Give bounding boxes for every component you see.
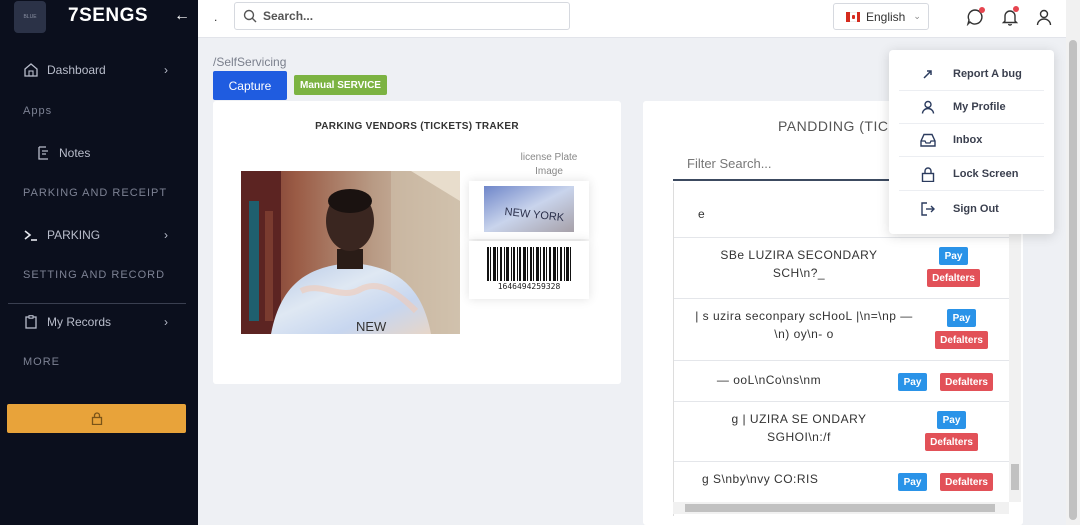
user-menu-button[interactable] [1034,7,1054,27]
search-icon [243,9,257,23]
list-horizontal-scrollbar[interactable] [673,502,1009,514]
manual-service-button[interactable]: Manual SERVICE [294,75,387,95]
defaulters-button[interactable]: Defalters [927,269,980,287]
lock-icon [919,165,937,183]
chevron-right-icon: › [164,228,168,242]
ticket-text: e [698,207,706,221]
chevron-down-icon: ⌄ [913,11,921,21]
pay-button[interactable]: Pay [898,473,927,491]
ticket-text: g | UZIRA SE ONDARY SGHOI\n:/f [731,412,867,444]
chevron-right-icon: › [164,315,168,329]
section-setting-record: SETTING AND RECORD [23,269,166,281]
sidebar-item-notes[interactable]: Notes [0,143,198,163]
sign-out-icon [919,200,937,218]
pay-button[interactable]: Pay [939,247,968,265]
ticket-text: SBe LUZIRA SECONDARY SCH\n?_ [720,248,878,280]
shirt-text: NEW [356,319,387,334]
list-item[interactable]: — ooL\nCo\ns\nm Pay Defalters [674,361,1009,402]
scrollbar-thumb[interactable] [685,504,995,512]
sidebar-item-parking[interactable]: PARKING › [0,225,198,245]
pay-button[interactable]: Pay [898,373,927,391]
user-icon [919,98,937,116]
menu-item-label: Sign Out [953,202,999,215]
menu-item-label: Lock Screen [953,168,1019,180]
defaulters-button[interactable]: Defalters [940,373,993,391]
sidebar-item-label: PARKING [47,228,101,242]
breadcrumb: /SelfServicing [213,55,287,69]
list-item[interactable]: SBe LUZIRA SECONDARY SCH\n?_ Pay Defalte… [674,238,1009,299]
notification-dot [1013,6,1019,12]
search-box[interactable] [234,2,570,30]
menu-item-report-bug[interactable]: Report A bug [899,58,1044,91]
section-parking-receipt: PARKING AND RECEIPT [23,187,168,199]
sidebar-item-label: Notes [59,146,91,160]
menu-item-my-profile[interactable]: My Profile [899,91,1044,124]
notifications-button[interactable] [1000,6,1020,27]
chevron-right-icon: › [164,63,168,77]
sidebar-item-label: My Records [47,315,112,329]
tracker-title: PARKING VENDORS (TICKETS) TRAKER [315,121,519,132]
list-item[interactable]: g | UZIRA SE ONDARY SGHOI\n:/f Pay Defal… [674,402,1009,462]
section-apps: Apps [23,105,53,117]
defaulters-button[interactable]: Defalters [925,433,978,451]
section-more: MORE [23,356,60,368]
user-icon [1036,9,1052,26]
brand: BLUE 7SENGS ← [14,0,198,34]
top-bar: . English ⌄ [198,0,1066,38]
pay-button[interactable]: Pay [947,309,976,327]
camera-photo: NEW [241,171,460,334]
sidebar-item-my-records[interactable]: My Records › [0,312,198,332]
menu-dot-icon: . [214,10,218,24]
menu-item-sign-out[interactable]: Sign Out [899,192,1044,225]
lock-button[interactable] [7,404,186,433]
defaulters-button[interactable]: Defalters [940,473,993,491]
menu-item-label: My Profile [953,101,1006,113]
arrow-up-right-icon [919,65,937,83]
brand-logo: BLUE [14,1,46,33]
ticket-text: — ooL\nCo\ns\nm [716,373,822,387]
sidebar-divider [8,303,186,304]
license-plate-image: NEW YORK [469,181,589,239]
capture-button[interactable]: Capture [213,71,287,100]
search-input[interactable] [263,9,553,23]
notes-icon [35,145,51,161]
barcode-image: 1646494259328 [469,241,589,299]
menu-item-lock-screen[interactable]: Lock Screen [899,158,1044,191]
lock-icon [91,412,102,425]
user-dropdown-menu: Report A bug My Profile Inbox Lock Scree… [889,50,1054,234]
brand-name: 7SENGS [68,5,149,26]
language-label: English [866,9,906,24]
barcode-number: 1646494259328 [497,282,561,291]
scrollbar-thumb[interactable] [1011,464,1019,490]
page-scrollbar[interactable] [1066,0,1080,525]
sidebar: BLUE 7SENGS ← Dashboard › Apps Notes PAR… [0,0,198,525]
list-item[interactable]: g S\nby\nvy CO:RIS Pay Defalters [674,462,1009,507]
clipboard-icon [23,314,39,330]
menu-item-label: Report A bug [953,68,1022,80]
terminal-icon [23,227,39,243]
pay-button[interactable]: Pay [937,411,966,429]
sidebar-item-label: Dashboard [47,63,106,77]
notification-dot [979,7,985,13]
license-plate-label: license Plate Image [520,152,578,177]
menu-item-label: Inbox [953,134,983,146]
menu-item-inbox[interactable]: Inbox [899,124,1044,157]
sidebar-item-dashboard[interactable]: Dashboard › [0,60,198,80]
tracker-card: PARKING VENDORS (TICKETS) TRAKER NEW lic… [213,101,621,384]
scrollbar-thumb[interactable] [1069,40,1077,520]
language-select[interactable]: English ⌄ [833,3,929,30]
collapse-sidebar-icon[interactable]: ← [174,7,190,25]
list-item[interactable]: | s uzira seconpary scHooL |\n=\np —\n) … [674,299,1009,361]
chat-button[interactable] [965,7,985,27]
home-icon [23,62,39,78]
defaulters-button[interactable]: Defalters [935,331,988,349]
ticket-text: | s uzira seconpary scHooL |\n=\np —\n) … [695,309,913,341]
canada-flag-icon [846,11,860,22]
inbox-icon [919,131,937,149]
ticket-text: g S\nby\nvy CO:RIS [702,472,819,486]
